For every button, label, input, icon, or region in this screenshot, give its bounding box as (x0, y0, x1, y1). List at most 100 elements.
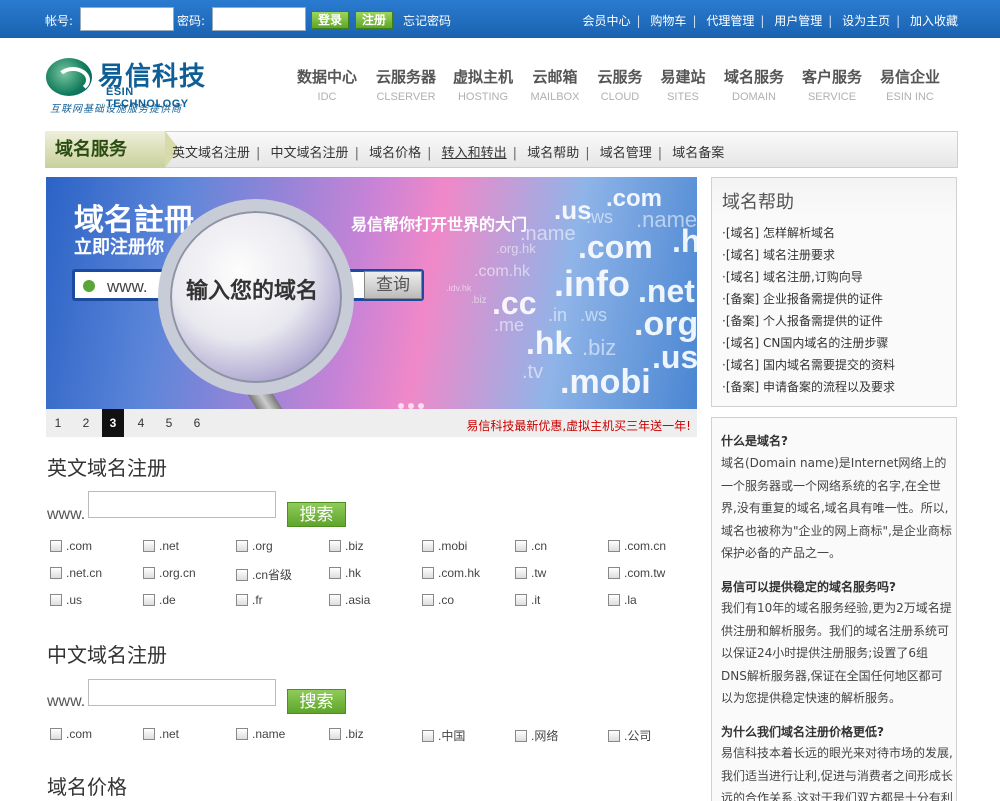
checkbox[interactable] (422, 594, 434, 606)
nav-domain[interactable]: 域名服务 DOMAIN (723, 66, 785, 103)
nav-esin-inc[interactable]: 易信企业 ESIN INC (879, 66, 941, 103)
register-button[interactable]: 注册 (355, 11, 393, 29)
en-tld-option[interactable]: .la (608, 593, 637, 607)
en-tld-option[interactable]: .cn省级 (236, 566, 292, 583)
pager-5[interactable]: 5 (158, 409, 180, 437)
en-tld-option[interactable]: .co (422, 593, 454, 607)
nav-sites[interactable]: 易建站 SITES (659, 66, 707, 103)
checkbox[interactable] (50, 567, 62, 579)
en-tld-option[interactable]: .org (236, 539, 273, 553)
en-tld-option[interactable]: .com.hk (422, 566, 480, 580)
help-link[interactable]: ·[域名] 国内域名需要提交的资料 (722, 356, 895, 373)
subnav-icp[interactable]: 域名备案 (672, 146, 724, 161)
promo-link[interactable]: 易信科技最新优惠,虚拟主机买三年送一年! (466, 417, 691, 434)
en-tld-option[interactable]: .net.cn (50, 566, 102, 580)
en-tld-option[interactable]: .cn (515, 539, 547, 553)
help-link[interactable]: ·[域名] 怎样解析域名 (722, 224, 835, 241)
checkbox[interactable] (329, 540, 341, 552)
link-favorite[interactable]: 加入收藏 (910, 14, 958, 28)
password-input[interactable] (212, 7, 306, 31)
en-tld-option[interactable]: .com (50, 539, 92, 553)
checkbox[interactable] (236, 728, 248, 740)
checkbox[interactable] (422, 540, 434, 552)
en-tld-option[interactable]: .net (143, 539, 179, 553)
en-tld-option[interactable]: .com.tw (608, 566, 665, 580)
checkbox[interactable] (422, 730, 434, 742)
checkbox[interactable] (422, 567, 434, 579)
link-agent[interactable]: 代理管理 (706, 14, 754, 28)
help-link[interactable]: ·[备案] 企业报备需提供的证件 (722, 290, 883, 307)
subnav-manage[interactable]: 域名管理 (600, 146, 652, 161)
cn-tld-option[interactable]: .公司 (608, 727, 651, 744)
en-tld-option[interactable]: .org.cn (143, 566, 196, 580)
account-input[interactable] (80, 7, 174, 31)
link-cart[interactable]: 购物车 (650, 14, 686, 28)
subnav-transfer[interactable]: 转入和转出 (442, 146, 507, 161)
subnav-price[interactable]: 域名价格 (369, 146, 421, 161)
help-link[interactable]: ·[域名] 域名注册要求 (722, 246, 835, 263)
nav-hosting[interactable]: 虚拟主机 HOSTING (453, 66, 513, 103)
checkbox[interactable] (143, 567, 155, 579)
nav-service[interactable]: 客户服务 SERVICE (801, 66, 863, 103)
help-link[interactable]: ·[域名] 域名注册,订购向导 (722, 268, 863, 285)
checkbox[interactable] (50, 540, 62, 552)
en-tld-option[interactable]: .de (143, 593, 176, 607)
checkbox[interactable] (515, 730, 527, 742)
nav-clserver[interactable]: 云服务器 CLSERVER (374, 66, 438, 103)
checkbox[interactable] (236, 540, 248, 552)
en-tld-option[interactable]: .biz (329, 539, 364, 553)
subnav-en-register[interactable]: 英文域名注册 (172, 146, 250, 161)
en-search-button[interactable]: 搜索 (287, 502, 346, 527)
link-set-home[interactable]: 设为主页 (842, 14, 890, 28)
en-tld-option[interactable]: .tw (515, 566, 546, 580)
checkbox[interactable] (50, 594, 62, 606)
en-tld-option[interactable]: .com.cn (608, 539, 666, 553)
forgot-password-link[interactable]: 忘记密码 (403, 12, 451, 29)
cn-tld-option[interactable]: .com (50, 727, 92, 741)
checkbox[interactable] (329, 567, 341, 579)
en-tld-option[interactable]: .fr (236, 593, 263, 607)
link-user-admin[interactable]: 用户管理 (774, 14, 822, 28)
subnav-cn-register[interactable]: 中文域名注册 (271, 146, 349, 161)
checkbox[interactable] (608, 730, 620, 742)
pager-1[interactable]: 1 (47, 409, 69, 437)
login-button[interactable]: 登录 (311, 11, 349, 29)
checkbox[interactable] (329, 594, 341, 606)
nav-cloud[interactable]: 云服务 CLOUD (595, 66, 645, 103)
en-tld-option[interactable]: .us (50, 593, 82, 607)
en-domain-input[interactable] (88, 491, 276, 518)
checkbox[interactable] (608, 594, 620, 606)
help-link[interactable]: ·[域名] CN国内域名的注册步骤 (722, 334, 888, 351)
checkbox[interactable] (515, 540, 527, 552)
nav-mailbox[interactable]: 云邮箱 MAILBOX (528, 66, 582, 103)
cn-tld-option[interactable]: .中国 (422, 727, 465, 744)
help-link[interactable]: ·[备案] 申请备案的流程以及要求 (722, 378, 895, 395)
cn-tld-option[interactable]: .net (143, 727, 179, 741)
cn-search-button[interactable]: 搜索 (287, 689, 346, 714)
cn-tld-option[interactable]: .网络 (515, 727, 558, 744)
checkbox[interactable] (143, 594, 155, 606)
logo[interactable]: 易信科技 ESIN TECHNOLOGY 互联网基础设施服务提供商 (46, 56, 216, 115)
checkbox[interactable] (515, 594, 527, 606)
cn-tld-option[interactable]: .biz (329, 727, 364, 741)
en-tld-option[interactable]: .it (515, 593, 540, 607)
checkbox[interactable] (608, 567, 620, 579)
nav-idc[interactable]: 数据中心 IDC (297, 66, 357, 103)
checkbox[interactable] (50, 728, 62, 740)
en-tld-option[interactable]: .asia (329, 593, 370, 607)
checkbox[interactable] (236, 594, 248, 606)
pager-3[interactable]: 3 (102, 409, 124, 437)
checkbox[interactable] (608, 540, 620, 552)
hero-banner[interactable]: .com .us .ws .name .name .org.hk .com .h… (46, 177, 697, 409)
en-tld-option[interactable]: .mobi (422, 539, 467, 553)
en-tld-option[interactable]: .hk (329, 566, 361, 580)
checkbox[interactable] (236, 569, 248, 581)
pager-4[interactable]: 4 (130, 409, 152, 437)
pager-2[interactable]: 2 (75, 409, 97, 437)
pager-6[interactable]: 6 (186, 409, 208, 437)
link-member-center[interactable]: 会员中心 (583, 14, 631, 28)
subnav-help[interactable]: 域名帮助 (527, 146, 579, 161)
help-link[interactable]: ·[备案] 个人报备需提供的证件 (722, 312, 883, 329)
checkbox[interactable] (329, 728, 341, 740)
cn-domain-input[interactable] (88, 679, 276, 706)
